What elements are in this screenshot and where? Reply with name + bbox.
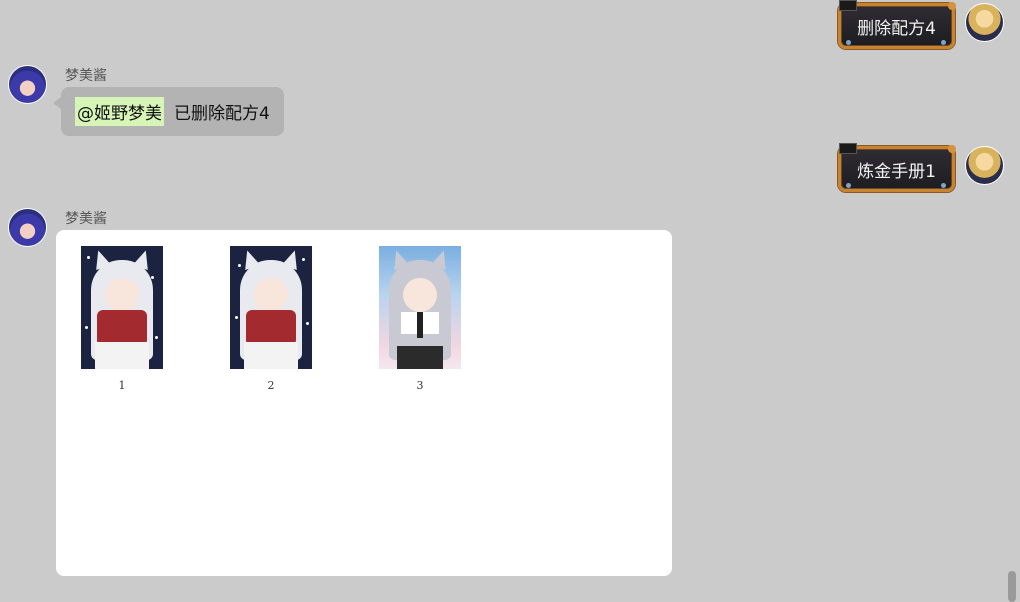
message-text: 炼金手册1 [857, 161, 936, 182]
bot-message-content: 梦美酱 @姬野梦美 已删除配方4 [53, 65, 284, 136]
image-card: 1 2 3 [56, 230, 672, 576]
image-thumbnail[interactable]: 2 [230, 246, 312, 392]
image-caption: 3 [416, 379, 424, 392]
image-face [254, 278, 288, 312]
bubble-decoration [839, 143, 858, 154]
bot-message-content: 梦美酱 1 2 3 [56, 208, 672, 576]
self-message-bubble: 删除配方4 [838, 0, 956, 49]
mention-tag[interactable]: @姬野梦美 [75, 97, 164, 126]
image-tie [417, 312, 423, 338]
scrollbar-thumb[interactable] [1008, 571, 1016, 602]
anime-girl-image[interactable] [81, 246, 163, 369]
image-snow [306, 322, 309, 325]
user-avatar[interactable] [965, 3, 1004, 42]
image-snow [87, 256, 90, 259]
message-self: 删除配方4 [838, 0, 1004, 49]
image-face [403, 278, 437, 312]
image-coat [95, 342, 149, 369]
image-caption: 1 [118, 379, 126, 392]
message-bot: 梦美酱 1 2 3 [8, 208, 672, 576]
image-scarf [97, 310, 147, 346]
bubble-decoration [941, 40, 946, 45]
message-text: 删除配方4 [857, 18, 936, 39]
bubble-decoration [941, 183, 946, 188]
self-message-bubble: 炼金手册1 [838, 143, 956, 192]
image-snow [238, 264, 241, 267]
image-snow [85, 326, 88, 329]
image-snow [302, 258, 305, 261]
bot-avatar[interactable] [8, 208, 47, 247]
image-coat [244, 342, 298, 369]
bubble-decoration [948, 145, 956, 153]
message-bot: 梦美酱 @姬野梦美 已删除配方4 [8, 65, 284, 136]
message-self: 炼金手册1 [838, 143, 1004, 192]
bot-message-bubble: @姬野梦美 已删除配方4 [53, 87, 284, 136]
anime-girl-image[interactable] [379, 246, 461, 369]
sender-name: 梦美酱 [65, 68, 107, 84]
image-scarf [246, 310, 296, 346]
bubble-decoration [839, 0, 858, 11]
image-snow [151, 276, 154, 279]
image-snow [155, 336, 158, 339]
bubble-decoration [846, 40, 852, 45]
bubble-decoration [948, 2, 956, 10]
image-face [105, 278, 139, 312]
image-thumbnail[interactable]: 1 [81, 246, 163, 392]
bubble-decoration [846, 183, 852, 188]
image-snow [235, 316, 238, 319]
anime-girl-image[interactable] [230, 246, 312, 369]
sender-name: 梦美酱 [65, 211, 107, 227]
image-thumbnail[interactable]: 3 [379, 246, 461, 392]
chat-window: 删除配方4 梦美酱 @姬野梦美 已删除配方4 炼金手册1 梦美酱 1 2 3 [0, 0, 1020, 602]
image-caption: 2 [267, 379, 275, 392]
user-avatar[interactable] [965, 146, 1004, 185]
image-skirt [397, 346, 443, 369]
bot-avatar[interactable] [8, 65, 47, 104]
message-text: 已删除配方4 [174, 104, 270, 124]
